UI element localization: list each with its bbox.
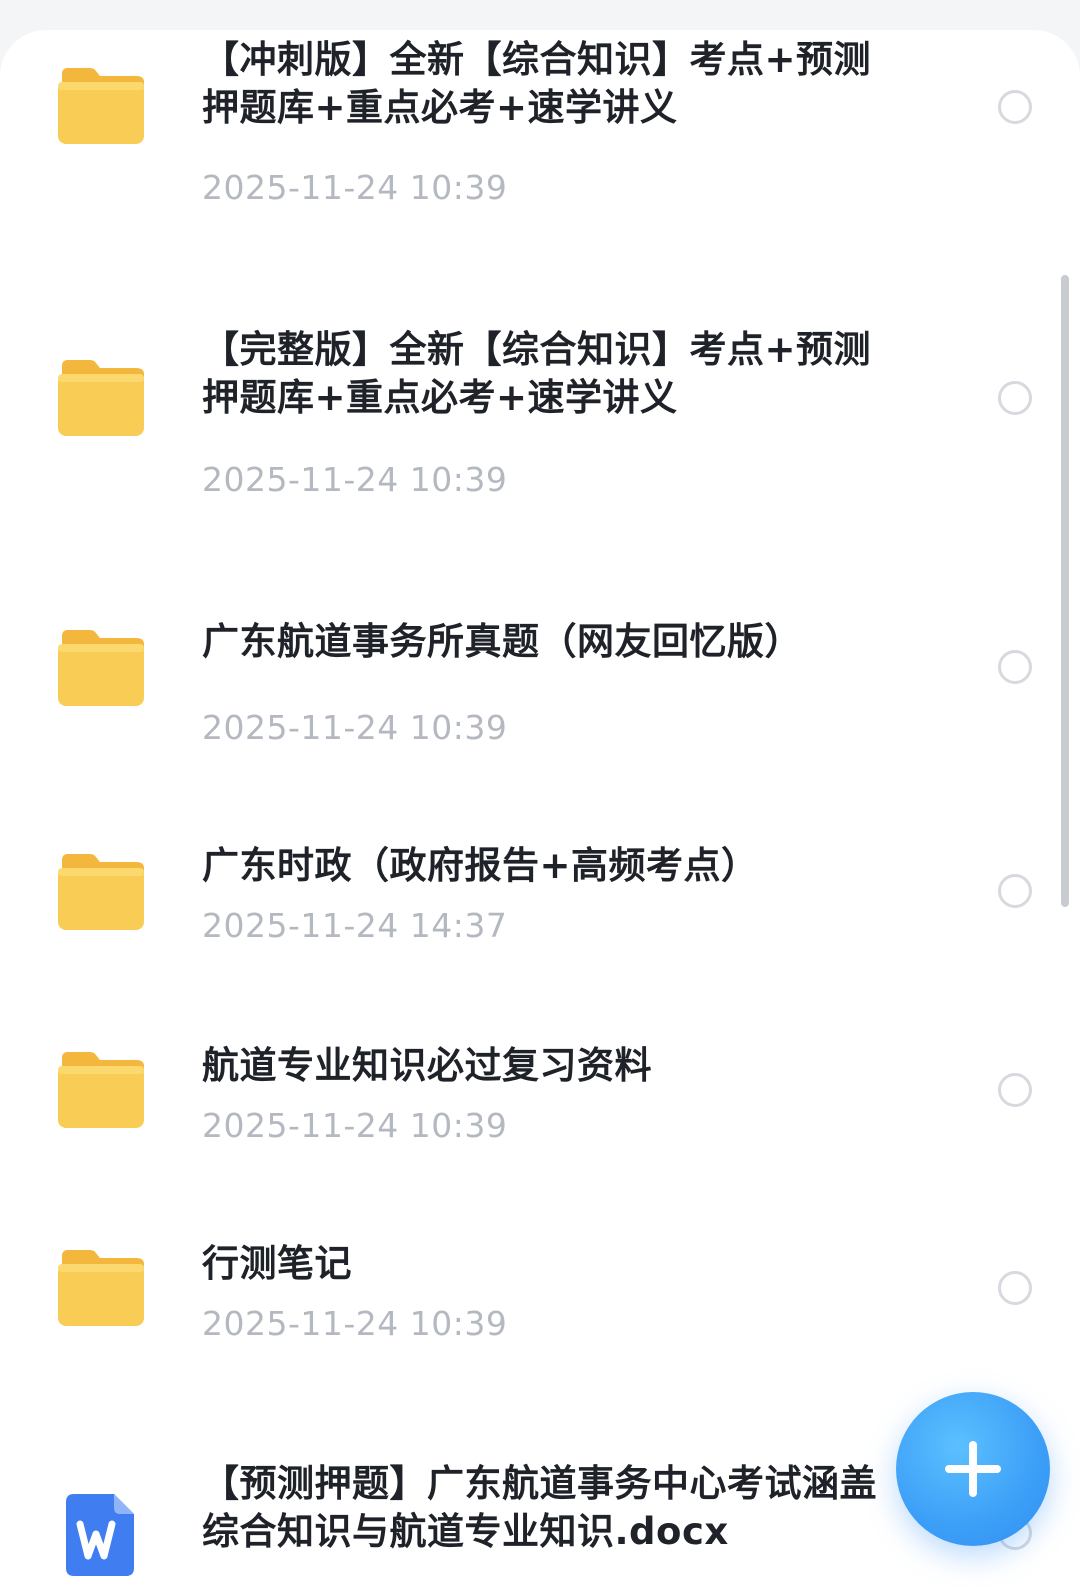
folder-icon — [58, 1250, 144, 1326]
list-item[interactable]: 航道专业知识必过复习资料 2025-11-24 10:39 — [0, 1030, 1080, 1170]
file-name: 航道专业知识必过复习资料 — [202, 1044, 652, 1087]
list-item[interactable]: 广东航道事务所真题（网友回忆版） 2025-11-24 10:39 — [0, 600, 1080, 770]
file-name: 【完整版】全新【综合知识】考点+预测押题库+重点必考+速学讲义 — [202, 328, 872, 419]
plus-icon — [945, 1441, 1001, 1497]
file-name: 广东航道事务所真题（网友回忆版） — [202, 620, 802, 663]
select-radio[interactable] — [998, 874, 1032, 908]
folder-icon — [58, 854, 144, 930]
list-item[interactable]: 广东时政（政府报告+高频考点） 2025-11-24 14:37 — [0, 830, 1080, 970]
file-name: 行测笔记 — [202, 1242, 352, 1285]
file-date: 2025-11-24 10:39 — [202, 460, 508, 499]
select-radio[interactable] — [998, 1073, 1032, 1107]
file-name: 【预测押题】广东航道事务中心考试涵盖综合知识与航道专业知识.docx — [202, 1462, 877, 1553]
folder-icon — [58, 68, 144, 144]
file-date: 2025-11-24 10:39 — [202, 168, 508, 207]
folder-icon — [58, 1052, 144, 1128]
file-date: 2025-11-24 10:39 — [202, 708, 508, 747]
list-item[interactable]: 【完整版】全新【综合知识】考点+预测押题库+重点必考+速学讲义 2025-11-… — [0, 320, 1080, 540]
select-radio[interactable] — [998, 381, 1032, 415]
select-radio[interactable] — [998, 90, 1032, 124]
folder-icon — [58, 630, 144, 706]
file-date: 2025-11-24 10:39 — [202, 1304, 508, 1343]
add-button[interactable] — [896, 1392, 1050, 1546]
list-item[interactable]: 【冲刺版】全新【综合知识】考点+预测押题库+重点必考+速学讲义 2025-11-… — [0, 30, 1080, 250]
file-name: 【冲刺版】全新【综合知识】考点+预测押题库+重点必考+速学讲义 — [202, 38, 872, 129]
scrollbar[interactable] — [1061, 275, 1069, 907]
select-radio[interactable] — [998, 1271, 1032, 1305]
list-item[interactable]: 行测笔记 2025-11-24 10:39 — [0, 1228, 1080, 1368]
file-name: 广东时政（政府报告+高频考点） — [202, 844, 759, 887]
file-date: 2025-11-24 10:39 — [202, 1106, 508, 1145]
word-document-icon — [66, 1494, 134, 1576]
file-date: 2025-11-24 14:37 — [202, 906, 508, 945]
select-radio[interactable] — [998, 650, 1032, 684]
folder-icon — [58, 360, 144, 436]
